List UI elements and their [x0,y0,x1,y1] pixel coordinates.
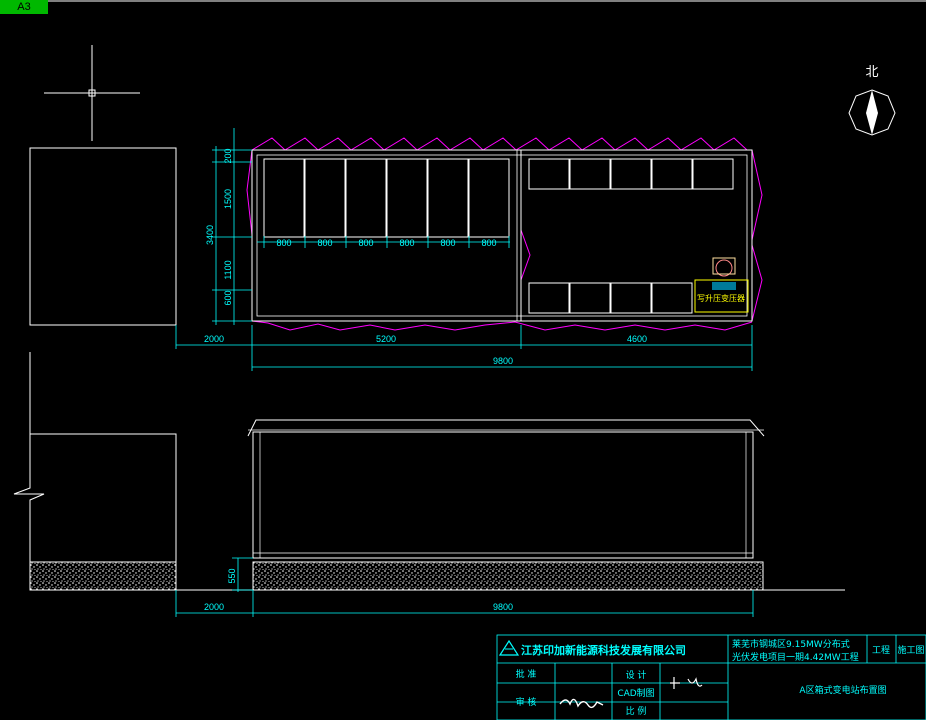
dim-800: 800 [399,238,414,248]
dim-9800-plan: 9800 [493,356,513,366]
dim-800: 800 [317,238,332,248]
adjacent-building-plan [29,147,177,326]
roof-edge-bottom [251,320,753,331]
hv-cabinet [345,158,387,238]
dim-1100: 1100 [223,260,233,279]
lv-cabinet [651,158,693,190]
roof-edge-right-lower [751,244,763,322]
company-name: 江苏印加新能源科技发展有限公司 [521,643,686,657]
dim-600: 600 [223,290,233,305]
crosshair-cursor [44,45,140,141]
hv-cabinet [263,158,305,238]
plan-view: 写升压变压器 200 1500 1100 600 3400 800 800 80… [29,128,763,371]
dim-2000-plan: 2000 [204,334,224,344]
hv-cabinet-group [263,158,510,238]
project-suffix: 工程 [872,645,890,656]
dim-550: 550 [227,568,237,583]
dim-800: 800 [358,238,373,248]
lv-cabinet [692,158,734,190]
role-design: 设 计 [626,669,647,681]
cad-drawing-canvas[interactable]: 北 写升压变压器 200 1500 1100 600 3400 800 800 … [0,0,926,720]
roof-outline [247,419,765,437]
adjacent-building-elevation [30,433,177,562]
role-cad: CAD制图 [617,687,654,699]
signature-review [559,698,604,709]
lv-cabinet-group-bottom [528,282,693,314]
project-line-1: 莱芜市钢城区9.15MW分布式 [732,638,850,650]
dim-800: 800 [481,238,496,248]
north-compass-icon: 北 [848,64,896,136]
lv-cabinet [651,282,693,314]
elevation-view: 550 2000 9800 [13,352,845,617]
dim-3400: 3400 [205,225,215,245]
lv-cabinet [610,282,652,314]
dim-200: 200 [223,148,233,163]
lv-cabinet [610,158,652,190]
design-stage: 施工图 [897,644,924,656]
roof-edge-top [251,137,748,151]
gravel-ground-main [252,561,764,591]
roof-edge-left [246,149,253,236]
hv-cabinet [386,158,428,238]
dim-5200: 5200 [376,334,396,344]
title-block: 江苏印加新能源科技发展有限公司 莱芜市钢城区9.15MW分布式 光伏发电项目一期… [496,634,926,720]
project-line-2: 光伏发电项目一期4.42MW工程 [732,651,859,663]
roof-edge-right-upper [751,149,763,241]
roof-edge-mid [520,229,531,281]
dim-800: 800 [276,238,291,248]
dim-9800-elev: 9800 [493,602,513,612]
lv-cabinet-group-top [528,158,734,190]
role-scale: 比 例 [626,705,647,717]
role-review: 审 核 [516,696,537,708]
dim-1500: 1500 [223,189,233,209]
compass-label: 北 [865,64,878,79]
transformer-label: 写升压变压器 [697,293,745,303]
dim-4600: 4600 [627,334,647,344]
lv-cabinet [569,158,611,190]
lv-cabinet [569,282,611,314]
hv-cabinet [304,158,346,238]
hv-cabinet [468,158,510,238]
lv-cabinet [528,158,570,190]
dim-2000-elev: 2000 [204,602,224,612]
transformer-symbol: 写升压变压器 [694,257,749,313]
role-approve: 批 准 [516,668,537,680]
dim-800: 800 [440,238,455,248]
drawing-title: A区箱式变电站布置图 [799,684,886,696]
adjacent-building-break [13,352,45,562]
gravel-ground-left [29,561,177,591]
hv-cabinet [427,158,469,238]
substation-outline-plan [251,149,753,322]
company-logo-icon [498,639,520,656]
substation-outline-elevation [252,431,754,559]
lv-cabinet [528,282,570,314]
